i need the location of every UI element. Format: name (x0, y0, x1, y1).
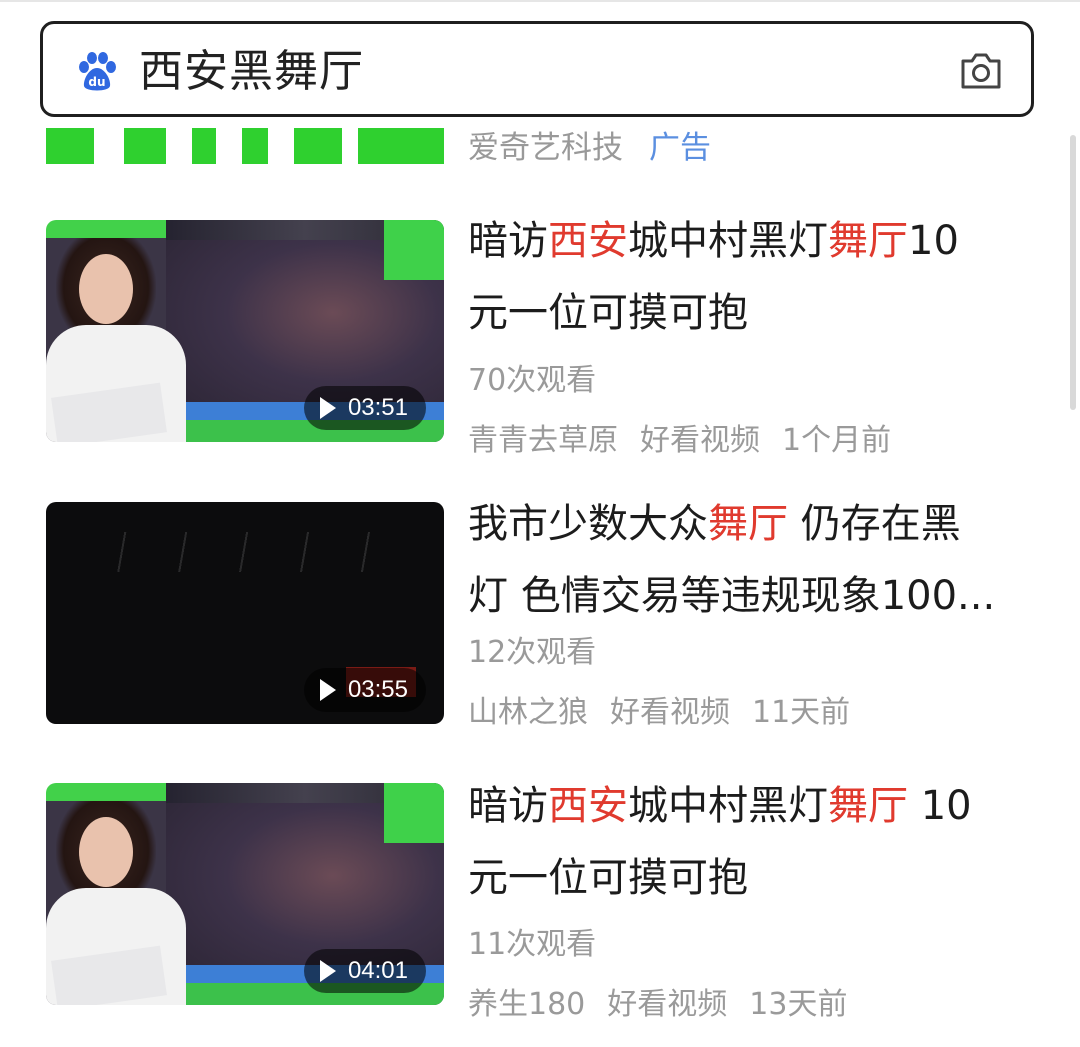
publish-time: 13天前 (749, 987, 848, 1022)
title-highlight: 西安 (548, 783, 628, 829)
video-title[interactable]: 暗访西安城中村黑灯舞厅10 元一位可摸可抱 (468, 205, 1038, 349)
video-meta: 青青去草原 好看视频 1个月前 (468, 421, 913, 461)
author-name[interactable]: 养生180 (468, 987, 585, 1022)
publish-time: 1个月前 (782, 423, 892, 458)
platform-name: 好看视频 (640, 423, 760, 458)
video-title[interactable]: 暗访西安城中村黑灯舞厅 10 元一位可摸可抱 (468, 770, 1038, 914)
title-segment: 10 (908, 783, 972, 829)
ad-badge: 广告 (649, 130, 711, 166)
view-count: 12次观看 (468, 635, 597, 670)
view-count: 11次观看 (468, 927, 597, 962)
ad-graphic-bar (124, 128, 166, 164)
play-icon (319, 960, 336, 982)
title-line-1: 暗访西安城中村黑灯舞厅10 (468, 205, 1038, 277)
duration-badge: 03:51 (303, 386, 426, 430)
title-line-2: 元一位可摸可抱 (468, 855, 748, 901)
title-highlight: 西安 (548, 218, 628, 264)
ad-graphic-bar (402, 128, 444, 164)
ad-source: 爱奇艺科技 (468, 130, 623, 166)
publish-time: 11天前 (752, 695, 851, 730)
duration-badge: 03:55 (303, 668, 426, 712)
platform-name: 好看视频 (607, 987, 728, 1022)
search-bar[interactable]: du 西安黑舞厅 (40, 21, 1034, 117)
scrollbar[interactable] (1070, 135, 1076, 410)
duration-badge: 04:01 (303, 949, 426, 993)
title-segment: 暗访 (468, 218, 548, 264)
ad-graphic-bar (46, 128, 94, 164)
play-icon (319, 397, 336, 419)
title-highlight: 舞厅 (828, 218, 908, 264)
ad-graphic-bar (192, 128, 216, 164)
anchor-face (79, 817, 133, 887)
video-thumbnail[interactable]: 03:51 (46, 220, 444, 442)
title-line-1: 我市少数大众舞厅 仍存在黑 (468, 488, 1038, 560)
author-name[interactable]: 青青去草原 (468, 423, 618, 458)
video-duration: 04:01 (347, 957, 408, 984)
video-meta: 养生180 好看视频 13天前 (468, 985, 869, 1025)
author-name[interactable]: 山林之狼 (468, 695, 588, 730)
studio-green-panel (384, 220, 444, 280)
play-icon (319, 679, 336, 701)
title-line-2: 灯 色情交易等违规现象100... (468, 573, 996, 619)
video-duration: 03:55 (347, 676, 408, 703)
title-segment: 城中村黑灯 (628, 783, 828, 829)
title-line-2: 元一位可摸可抱 (468, 290, 748, 336)
video-thumbnail[interactable]: 03:55 (46, 502, 444, 724)
view-count: 70次观看 (468, 363, 597, 398)
title-highlight: 舞厅 (828, 783, 908, 829)
title-segment: 仍存在黑 (788, 501, 961, 547)
title-highlight: 舞厅 (708, 501, 788, 547)
svg-text:du: du (88, 75, 105, 89)
title-segment: 城中村黑灯 (628, 218, 828, 264)
ad-meta: 爱奇艺科技 广告 (468, 128, 711, 168)
title-segment: 暗访 (468, 783, 548, 829)
platform-name: 好看视频 (610, 695, 730, 730)
dark-scene-lights (106, 532, 406, 572)
title-segment: 10 (908, 218, 959, 264)
title-segment: 我市少数大众 (468, 501, 708, 547)
video-thumbnail[interactable]: 04:01 (46, 783, 444, 1005)
baidu-paw-icon: du (79, 52, 116, 91)
search-input[interactable]: 西安黑舞厅 (139, 44, 364, 100)
ad-graphic-bar (242, 128, 268, 164)
top-divider (0, 0, 1080, 2)
ad-graphic-bar (294, 128, 342, 164)
ad-thumbnail[interactable] (46, 128, 444, 164)
video-meta: 山林之狼 好看视频 11天前 (468, 693, 872, 733)
title-line-1: 暗访西安城中村黑灯舞厅 10 (468, 770, 1038, 842)
anchor-face (79, 254, 133, 324)
video-title[interactable]: 我市少数大众舞厅 仍存在黑 灯 色情交易等违规现象100... (468, 488, 1038, 632)
camera-icon[interactable] (959, 51, 1003, 91)
studio-green-panel (384, 783, 444, 843)
video-duration: 03:51 (347, 394, 408, 421)
